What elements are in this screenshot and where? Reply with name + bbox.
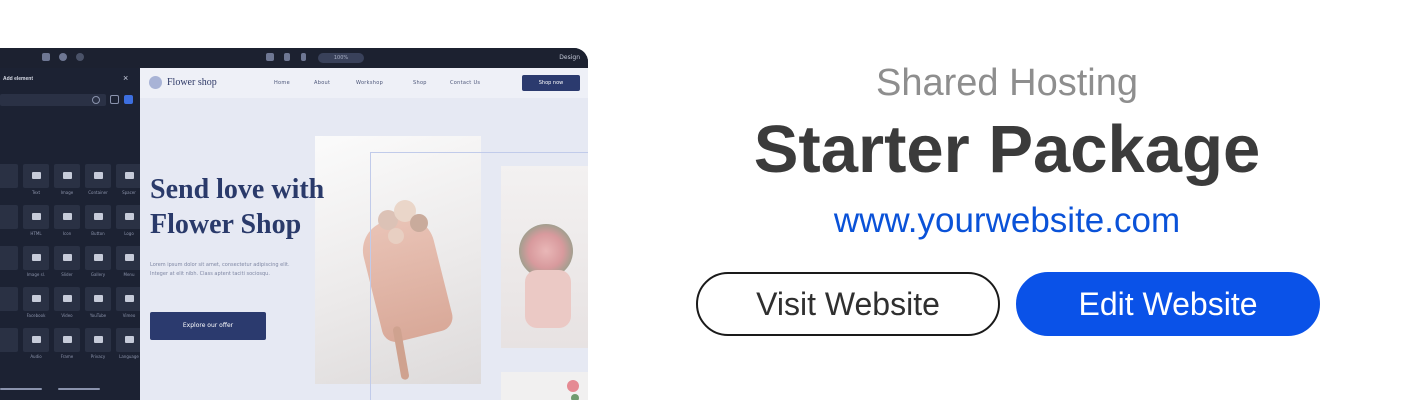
- nav-contact[interactable]: Contact Us: [450, 80, 480, 86]
- widget-tile[interactable]: [54, 205, 80, 229]
- widget-label: Image: [60, 190, 74, 195]
- hero-heading-line: Flower Shop: [150, 209, 302, 240]
- widget-icon: [63, 213, 72, 220]
- widget-tile[interactable]: [116, 328, 142, 352]
- widget-icon: [32, 295, 41, 302]
- site-canvas: Flower shop Home About Workshop Shop Con…: [140, 68, 588, 400]
- widget-icon: [94, 295, 103, 302]
- hero-heading-line: Send love with: [150, 174, 325, 205]
- widget-tile[interactable]: [0, 246, 18, 270]
- selection-outline: [370, 152, 588, 400]
- widget-label: Privacy: [90, 354, 106, 359]
- footer-divider: [58, 388, 100, 390]
- explore-offer-button[interactable]: Explore our offer: [150, 312, 266, 340]
- widget-icon: [125, 172, 134, 179]
- shop-now-button[interactable]: Shop now: [522, 75, 580, 91]
- visit-website-button[interactable]: Visit Website: [696, 272, 1000, 336]
- widget-icon: [32, 254, 41, 261]
- widget-label: Container: [88, 190, 108, 195]
- element-grid: Text Image Container Spacer HTML Icon Button Lo…: [0, 68, 142, 400]
- footer-divider: [0, 388, 42, 390]
- preview-icon[interactable]: [76, 53, 84, 61]
- site-logo[interactable]: Flower shop: [167, 77, 217, 88]
- widget-tile[interactable]: [23, 164, 49, 188]
- widget-tile[interactable]: [54, 164, 80, 188]
- widget-label: Button: [91, 231, 105, 236]
- design-button[interactable]: Design: [559, 53, 580, 63]
- widget-label: Gallery: [90, 272, 106, 277]
- widget-label: Image sl.: [26, 272, 46, 277]
- widget-icon: [63, 254, 72, 261]
- widget-icon: [94, 254, 103, 261]
- add-element-panel: Add element × Text Image Container Spacer HT…: [0, 68, 142, 400]
- widget-label: Frame: [60, 354, 74, 359]
- widget-tile[interactable]: [85, 287, 111, 311]
- nav-about[interactable]: About: [314, 80, 330, 86]
- widget-tile[interactable]: [23, 328, 49, 352]
- redo-icon[interactable]: [59, 53, 67, 61]
- widget-label: Video: [61, 313, 73, 318]
- widget-label: Audio: [30, 354, 42, 359]
- widget-label: HTML: [30, 231, 42, 236]
- widget-tile[interactable]: [0, 287, 18, 311]
- website-domain-link[interactable]: www.yourwebsite.com: [740, 198, 1274, 244]
- mobile-view-icon[interactable]: [301, 53, 306, 61]
- widget-tile[interactable]: [0, 164, 18, 188]
- nav-workshop[interactable]: Workshop: [356, 80, 383, 86]
- widget-tile[interactable]: [54, 328, 80, 352]
- widget-label: Icon: [62, 231, 72, 236]
- widget-icon: [125, 295, 134, 302]
- plan-category: Shared Hosting: [876, 62, 1138, 104]
- plan-title: Starter Package: [753, 112, 1261, 187]
- flower-logo-icon: [149, 76, 162, 89]
- widget-tile[interactable]: [23, 205, 49, 229]
- nav-home[interactable]: Home: [274, 80, 290, 86]
- widget-label: Text: [31, 190, 41, 195]
- panel-footer: [0, 384, 140, 400]
- desktop-view-icon[interactable]: [266, 53, 274, 61]
- site-header: Flower shop Home About Workshop Shop Con…: [140, 68, 588, 98]
- widget-tile[interactable]: [85, 328, 111, 352]
- widget-label: Slider: [61, 272, 73, 277]
- widget-tile[interactable]: [54, 246, 80, 270]
- settings-icon[interactable]: [42, 53, 50, 61]
- widget-tile[interactable]: [0, 328, 18, 352]
- hero-paragraph[interactable]: Lorem ipsum dolor sit amet, consectetur …: [150, 261, 300, 279]
- widget-tile[interactable]: [85, 246, 111, 270]
- nav-shop[interactable]: Shop: [413, 80, 427, 86]
- widget-icon: [32, 336, 41, 343]
- edit-website-button[interactable]: Edit Website: [1016, 272, 1320, 336]
- widget-tile[interactable]: [116, 287, 142, 311]
- widget-icon: [94, 172, 103, 179]
- widget-tile[interactable]: [85, 205, 111, 229]
- widget-icon: [32, 172, 41, 179]
- widget-tile[interactable]: [85, 164, 111, 188]
- widget-icon: [94, 213, 103, 220]
- widget-icon: [125, 213, 134, 220]
- widget-icon: [32, 213, 41, 220]
- widget-label: YouTube: [89, 313, 107, 318]
- widget-tile[interactable]: [116, 164, 142, 188]
- widget-icon: [94, 336, 103, 343]
- widget-tile[interactable]: [54, 287, 80, 311]
- widget-tile[interactable]: [23, 287, 49, 311]
- widget-tile[interactable]: [0, 205, 18, 229]
- widget-tile[interactable]: [116, 246, 142, 270]
- widget-tile[interactable]: [23, 246, 49, 270]
- builder-toolbar: 100% Design: [0, 48, 588, 69]
- zoom-level[interactable]: 100%: [318, 53, 364, 63]
- website-builder-preview: 100% Design Add element × Text Image Conta…: [0, 48, 588, 400]
- tablet-view-icon[interactable]: [284, 53, 290, 61]
- widget-icon: [63, 295, 72, 302]
- widget-icon: [125, 336, 134, 343]
- widget-icon: [125, 254, 134, 261]
- widget-icon: [63, 336, 72, 343]
- widget-icon: [63, 172, 72, 179]
- widget-label: Facebook: [26, 313, 46, 318]
- widget-tile[interactable]: [116, 205, 142, 229]
